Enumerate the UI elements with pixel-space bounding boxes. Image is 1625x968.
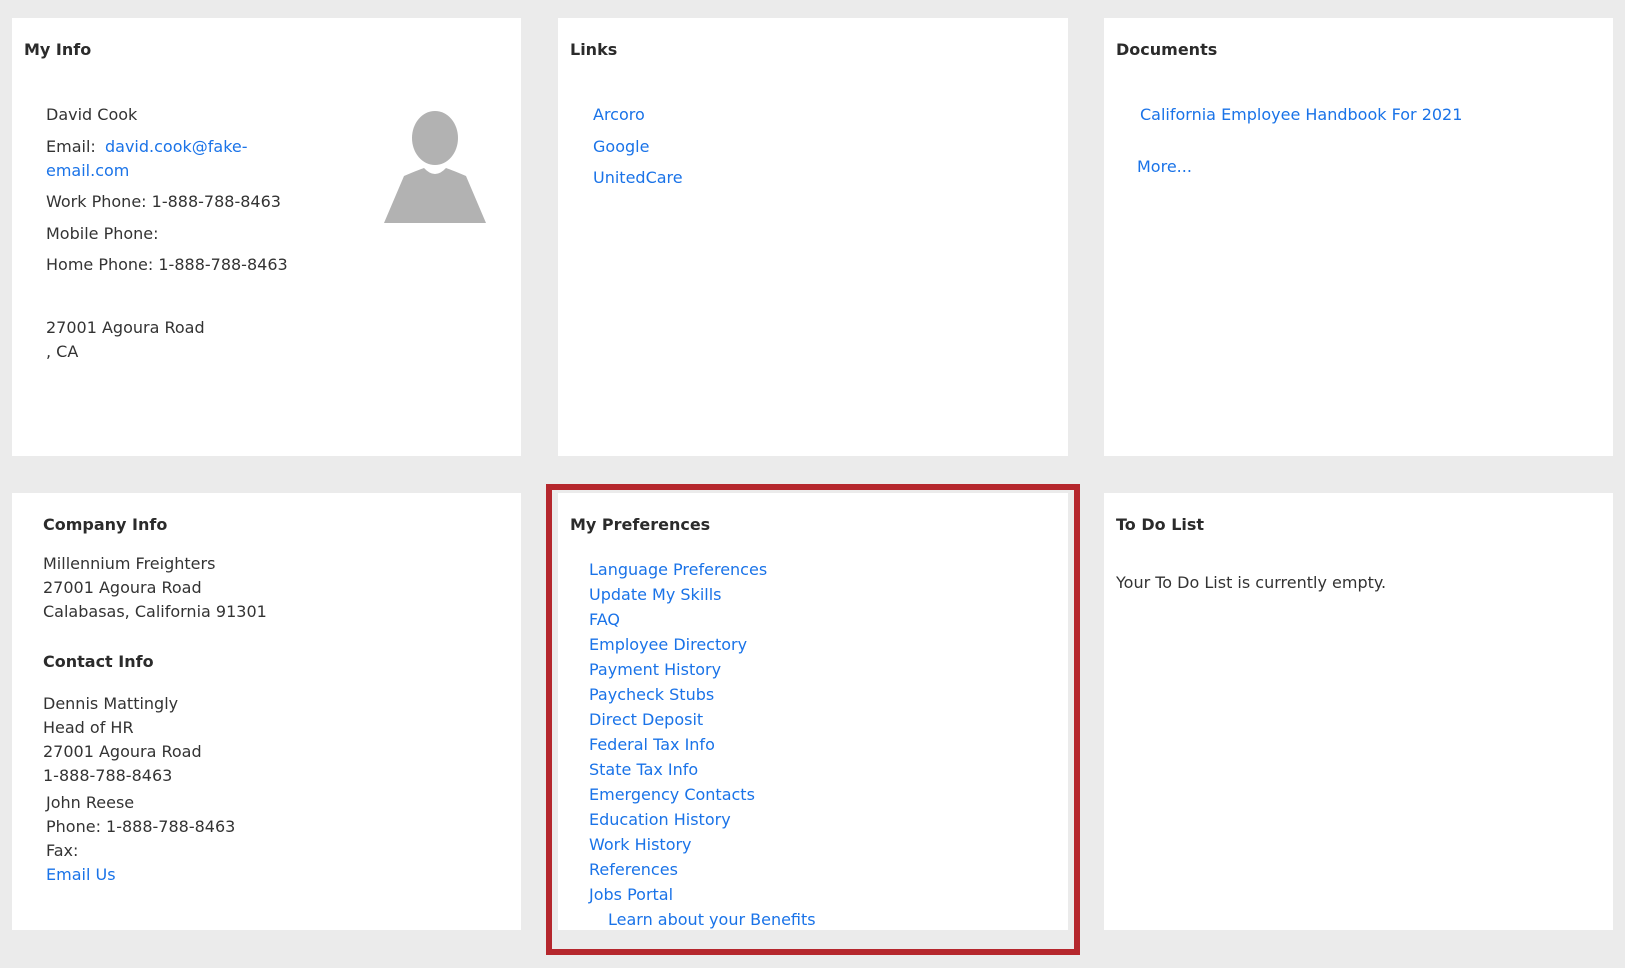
pref-federal-tax-info[interactable]: Federal Tax Info <box>589 732 715 757</box>
contact-info-title: Contact Info <box>43 652 154 671</box>
link-google[interactable]: Google <box>593 134 649 159</box>
email-us-link[interactable]: Email Us <box>46 862 116 887</box>
documents-panel: Documents California Employee Handbook F… <box>1104 18 1613 456</box>
my-info-title: My Info <box>24 40 92 59</box>
contact-address: 27001 Agoura Road <box>43 742 202 761</box>
my-preferences-panel: My Preferences Language Preferences Upda… <box>558 493 1068 930</box>
documents-title: Documents <box>1116 40 1218 59</box>
company-name: Millennium Freighters <box>43 554 216 573</box>
todo-panel: To Do List Your To Do List is currently … <box>1104 493 1613 930</box>
pref-jobs-portal[interactable]: Jobs Portal <box>589 882 673 907</box>
home-phone: Home Phone: 1-888-788-8463 <box>46 255 288 274</box>
email-link[interactable]: david.cook@fake- <box>105 134 248 159</box>
pref-faq[interactable]: FAQ <box>589 607 620 632</box>
link-arcoro[interactable]: Arcoro <box>593 102 645 127</box>
benefits-link[interactable]: Learn about your Benefits <box>608 907 816 932</box>
contact-role: Head of HR <box>43 718 134 737</box>
pref-language-preferences[interactable]: Language Preferences <box>589 557 767 582</box>
pref-references[interactable]: References <box>589 857 678 882</box>
links-title: Links <box>570 40 618 59</box>
address-line-1: 27001 Agoura Road <box>46 318 205 337</box>
company-city: Calabasas, California 91301 <box>43 602 267 621</box>
pref-education-history[interactable]: Education History <box>589 807 731 832</box>
email-link-continued[interactable]: email.com <box>46 158 129 183</box>
todo-title: To Do List <box>1116 515 1205 534</box>
secondary-contact-fax: Fax: <box>46 841 79 860</box>
contact-name: Dennis Mattingly <box>43 694 179 713</box>
employee-name: David Cook <box>46 105 138 124</box>
pref-update-my-skills[interactable]: Update My Skills <box>589 582 721 607</box>
pref-work-history[interactable]: Work History <box>589 832 692 857</box>
contact-phone: 1-888-788-8463 <box>43 766 173 785</box>
mobile-phone: Mobile Phone: <box>46 224 159 243</box>
company-info-panel: Company Info Millennium Freighters 27001… <box>12 493 521 930</box>
document-link-handbook[interactable]: California Employee Handbook For 2021 <box>1140 102 1462 127</box>
todo-empty-message: Your To Do List is currently empty. <box>1116 573 1387 592</box>
my-info-panel: My Info David Cook Email: david.cook@fak… <box>12 18 521 456</box>
link-unitedcare[interactable]: UnitedCare <box>593 165 683 190</box>
company-address: 27001 Agoura Road <box>43 578 202 597</box>
secondary-contact-name: John Reese <box>46 793 135 812</box>
avatar-icon <box>384 111 486 223</box>
documents-more-link[interactable]: More... <box>1137 154 1192 179</box>
pref-state-tax-info[interactable]: State Tax Info <box>589 757 698 782</box>
pref-emergency-contacts[interactable]: Emergency Contacts <box>589 782 755 807</box>
secondary-contact-phone: Phone: 1-888-788-8463 <box>46 817 236 836</box>
company-info-title: Company Info <box>43 515 168 534</box>
my-preferences-title: My Preferences <box>570 515 711 534</box>
pref-paycheck-stubs[interactable]: Paycheck Stubs <box>589 682 714 707</box>
work-phone: Work Phone: 1-888-788-8463 <box>46 192 281 211</box>
pref-employee-directory[interactable]: Employee Directory <box>589 632 747 657</box>
links-panel: Links Arcoro Google UnitedCare <box>558 18 1068 456</box>
email-label: Email: <box>46 137 96 156</box>
pref-direct-deposit[interactable]: Direct Deposit <box>589 707 703 732</box>
address-line-2: , CA <box>46 342 79 361</box>
pref-payment-history[interactable]: Payment History <box>589 657 721 682</box>
